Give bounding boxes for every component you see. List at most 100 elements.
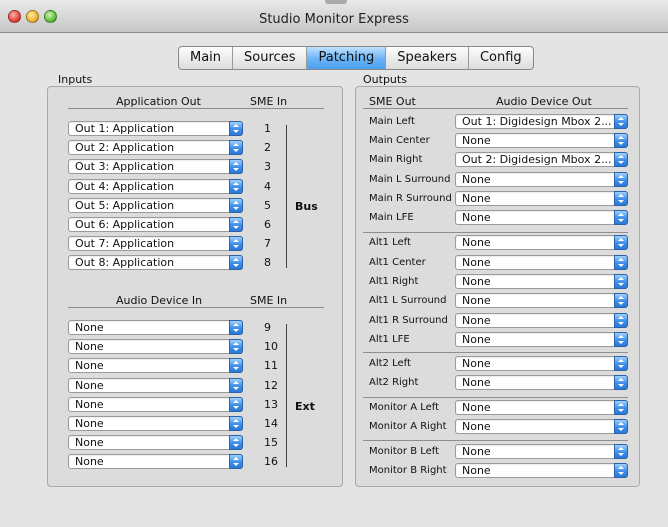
audio-device-out-select[interactable]: None xyxy=(455,133,628,148)
popup-value: Out 1: Digidesign Mbox 2... xyxy=(462,115,612,128)
audio-device-out-select[interactable]: None xyxy=(455,293,628,308)
divider xyxy=(68,307,324,308)
audio-device-out-select[interactable]: None xyxy=(455,400,628,415)
group-divider xyxy=(363,232,628,233)
audio-device-out-select[interactable]: None xyxy=(455,255,628,270)
sme-out-label: Main R Surround xyxy=(369,193,452,204)
sme-in-number: 10 xyxy=(264,340,278,354)
sme-out-label: Alt2 Left xyxy=(369,358,411,369)
popup-value: None xyxy=(462,275,491,288)
audio-device-in-select[interactable]: None xyxy=(68,396,243,412)
popup-arrows-icon xyxy=(229,377,243,393)
sme-in-number: 6 xyxy=(264,218,271,231)
popup-arrows-icon xyxy=(614,356,628,371)
popup-value: Out 1: Application xyxy=(75,122,175,135)
tab-sources[interactable]: Sources xyxy=(233,47,308,69)
audio-device-in-select[interactable]: None xyxy=(68,339,243,355)
popup-arrows-icon xyxy=(614,400,628,415)
audio-device-in-select[interactable]: None xyxy=(68,416,243,431)
popup-value: None xyxy=(462,376,491,389)
sme-out-label: Main LFE xyxy=(369,212,414,223)
popup-value: None xyxy=(462,333,491,346)
sme-in-number: 12 xyxy=(264,378,278,392)
sme-in-number: 5 xyxy=(264,198,271,212)
sme-out-label: Alt1 Center xyxy=(369,257,426,268)
sme-in-number: 7 xyxy=(264,237,271,251)
sme-in-number: 16 xyxy=(264,455,278,469)
ext-label: Ext xyxy=(295,400,315,413)
popup-arrows-icon xyxy=(614,152,628,167)
sme-out-label: Monitor A Right xyxy=(369,421,447,432)
application-out-select[interactable]: Out 1: Application xyxy=(68,121,243,136)
audio-device-out-select[interactable]: None xyxy=(455,463,628,478)
popup-value: None xyxy=(462,294,491,307)
bus-bracket xyxy=(286,125,287,268)
popup-value: None xyxy=(462,464,491,477)
application-out-select[interactable]: Out 8: Application xyxy=(68,255,243,271)
tab-patching[interactable]: Patching xyxy=(307,47,387,69)
audio-device-out-select[interactable]: None xyxy=(455,191,628,206)
popup-value: Out 8: Application xyxy=(75,256,175,270)
sme-out-label: Alt1 Left xyxy=(369,237,411,248)
application-out-select[interactable]: Out 7: Application xyxy=(68,236,243,252)
audio-device-out-select[interactable]: None xyxy=(455,444,628,459)
popup-value: None xyxy=(75,378,104,392)
sme-in-number: 4 xyxy=(264,179,271,193)
tab-config[interactable]: Config xyxy=(469,47,533,69)
tab-main[interactable]: Main xyxy=(179,47,234,69)
popup-arrows-icon xyxy=(229,159,243,175)
popup-arrows-icon xyxy=(614,172,628,187)
popup-value: None xyxy=(462,420,491,433)
audio-device-in-select[interactable]: None xyxy=(68,454,243,470)
popup-arrows-icon xyxy=(229,339,243,355)
audio-device-out-select[interactable]: Out 2: Digidesign Mbox 2... xyxy=(455,152,628,167)
outputs-section-label: Outputs xyxy=(363,73,407,86)
tab-speakers[interactable]: Speakers xyxy=(386,47,469,69)
popup-arrows-icon xyxy=(229,197,243,213)
popup-value: None xyxy=(462,236,491,249)
audio-device-out-select[interactable]: None xyxy=(455,313,628,328)
toolbar-toggle[interactable] xyxy=(325,0,347,4)
application-out-select[interactable]: Out 5: Application xyxy=(68,197,243,213)
popup-arrows-icon xyxy=(229,217,243,232)
audio-device-out-select[interactable]: None xyxy=(455,172,628,187)
audio-device-out-select[interactable]: None xyxy=(455,235,628,250)
application-out-select[interactable]: Out 2: Application xyxy=(68,140,243,156)
divider xyxy=(68,108,324,109)
popup-value: None xyxy=(75,436,104,450)
tab-bar: Main Sources Patching Speakers Config xyxy=(178,46,534,70)
sme-out-label: Alt1 R Surround xyxy=(369,315,448,326)
app-window: Studio Monitor Express Main Sources Patc… xyxy=(0,0,668,527)
audio-device-out-select[interactable]: None xyxy=(455,332,628,347)
audio-device-in-select[interactable]: None xyxy=(68,358,243,374)
sme-in-number: 11 xyxy=(264,359,278,373)
audio-device-out-select[interactable]: None xyxy=(455,210,628,225)
title-bar[interactable]: Studio Monitor Express xyxy=(0,0,668,33)
popup-value: None xyxy=(462,401,491,414)
audio-device-in-select[interactable]: None xyxy=(68,320,243,335)
sme-out-header: SME Out xyxy=(369,95,416,108)
popup-value: None xyxy=(75,397,104,411)
application-out-select[interactable]: Out 3: Application xyxy=(68,159,243,175)
popup-arrows-icon xyxy=(229,178,243,194)
sme-out-label: Monitor A Left xyxy=(369,402,440,413)
inputs-section-label: Inputs xyxy=(58,73,93,86)
audio-device-out-select[interactable]: None xyxy=(455,375,628,390)
popup-arrows-icon xyxy=(614,313,628,328)
audio-device-out-select[interactable]: Out 1: Digidesign Mbox 2... xyxy=(455,114,628,129)
audio-device-out-select[interactable]: None xyxy=(455,356,628,371)
popup-value: None xyxy=(462,134,491,147)
popup-arrows-icon xyxy=(229,396,243,412)
popup-arrows-icon xyxy=(614,444,628,459)
application-out-select[interactable]: Out 4: Application xyxy=(68,178,243,194)
popup-arrows-icon xyxy=(229,358,243,374)
audio-device-out-select[interactable]: None xyxy=(455,419,628,434)
application-out-select[interactable]: Out 6: Application xyxy=(68,217,243,232)
audio-device-in-select[interactable]: None xyxy=(68,435,243,451)
audio-device-out-select[interactable]: None xyxy=(455,274,628,289)
popup-arrows-icon xyxy=(614,133,628,148)
audio-device-in-header: Audio Device In xyxy=(116,294,203,307)
popup-value: None xyxy=(462,314,491,327)
sme-in-header-2: SME In xyxy=(250,294,288,307)
audio-device-in-select[interactable]: None xyxy=(68,377,243,393)
